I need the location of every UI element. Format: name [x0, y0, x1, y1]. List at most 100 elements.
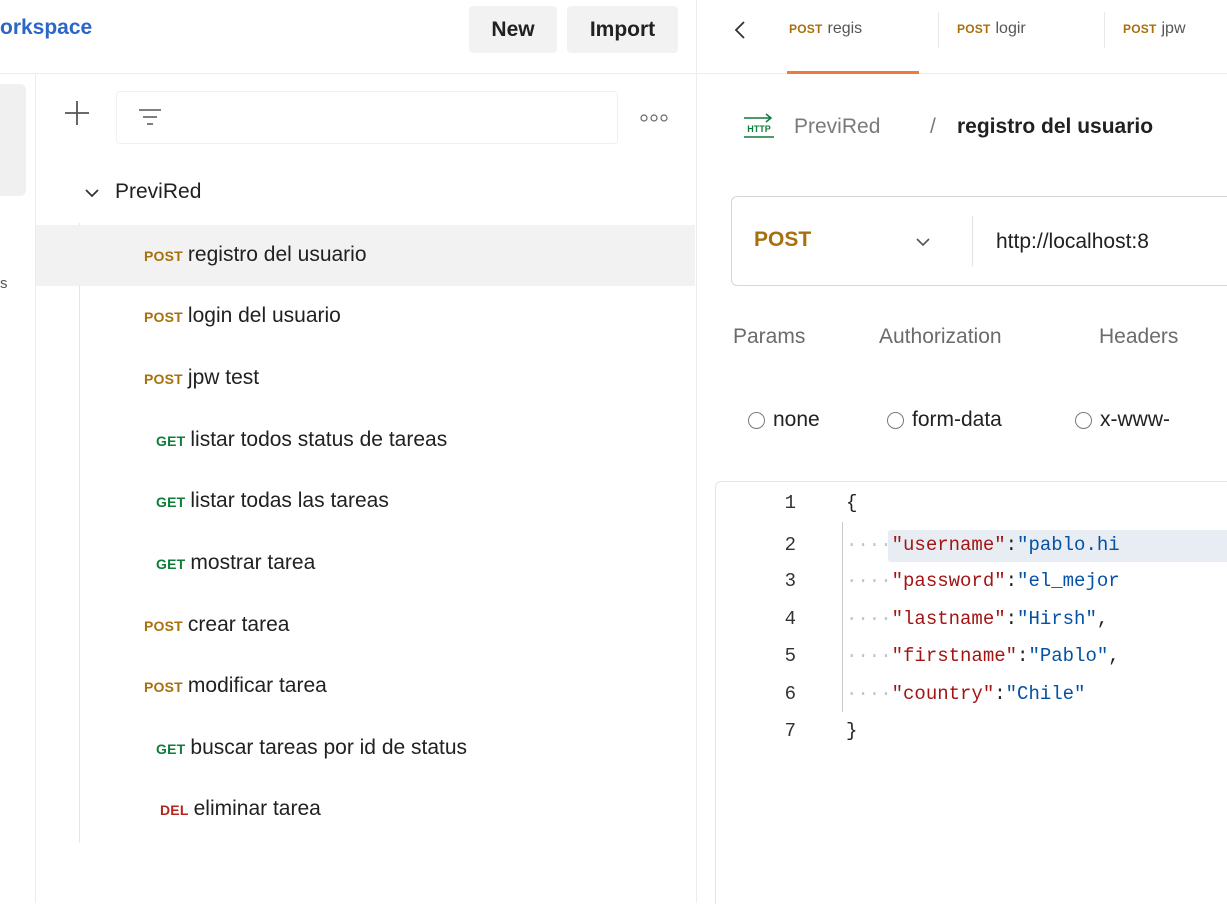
rail-partial-label: s — [0, 275, 8, 292]
request-item-eliminar-tarea[interactable]: DEL eliminar tarea — [36, 779, 695, 840]
tab-jpw[interactable]: POST jpw — [1123, 20, 1227, 46]
chevron-down-icon[interactable] — [914, 236, 932, 248]
tab-method: POST — [957, 22, 991, 36]
whitespace-dots: ···· — [846, 570, 892, 592]
json-comma: , — [1108, 645, 1120, 667]
json-value: "el_mejor — [1017, 570, 1120, 592]
line-number: 6 — [784, 683, 796, 705]
breadcrumb-separator: / — [930, 115, 936, 138]
json-value: "pablo.hi — [1017, 534, 1120, 556]
code-line: ····"country":"Chile" — [846, 683, 1085, 705]
radio-circle — [748, 412, 765, 429]
json-key: "firstname" — [891, 645, 1018, 667]
code-brace: } — [846, 720, 858, 742]
tab-authorization[interactable]: Authorization — [879, 325, 1002, 349]
request-item-listar-status[interactable]: GET listar todos status de tareas — [36, 410, 695, 471]
json-colon: : — [1017, 645, 1029, 667]
radio-none[interactable]: none — [748, 408, 820, 434]
plus-icon[interactable] — [62, 98, 92, 128]
method-badge: GET — [156, 494, 186, 510]
request-name: login del usuario — [187, 304, 341, 327]
chevron-down-icon[interactable] — [84, 186, 100, 200]
tab-params[interactable]: Params — [733, 325, 805, 349]
json-colon: : — [1005, 570, 1018, 592]
sidebar-rail — [0, 74, 36, 903]
json-colon: : — [994, 683, 1006, 705]
tab-separator — [1104, 12, 1105, 48]
method-badge: POST — [144, 309, 183, 325]
radio-circle — [1075, 412, 1092, 429]
request-name: buscar tareas por id de status — [190, 736, 468, 759]
method-badge: GET — [156, 556, 186, 572]
workspace-title[interactable]: orkspace — [0, 16, 92, 40]
method-badge: POST — [144, 371, 183, 387]
line-number: 3 — [784, 570, 796, 592]
request-item-crear-tarea[interactable]: POST crear tarea — [36, 595, 695, 656]
line-number: 5 — [784, 645, 796, 667]
indent-guide — [842, 522, 843, 712]
request-name: listar todas las tareas — [190, 489, 389, 512]
active-tab-indicator — [787, 71, 919, 74]
method-badge: POST — [144, 679, 183, 695]
request-item-jpw-test[interactable]: POST jpw test — [36, 348, 695, 409]
request-item-listar-tareas[interactable]: GET listar todas las tareas — [36, 471, 695, 532]
rail-selected-item[interactable] — [0, 84, 26, 196]
whitespace-dots: ···· — [846, 645, 892, 667]
tab-registro[interactable]: POST regis — [789, 20, 906, 46]
radio-form-data[interactable]: form-data — [887, 408, 1002, 434]
code-line: } — [846, 720, 857, 742]
new-button[interactable]: New — [469, 6, 557, 53]
tab-method: POST — [1123, 22, 1157, 36]
json-key: "country" — [891, 683, 995, 705]
sidebar: orkspace New Import s PreviRed POST regis… — [0, 0, 697, 903]
breadcrumb-parent[interactable]: PreviRed — [794, 115, 880, 139]
svg-text:HTTP: HTTP — [747, 124, 771, 134]
request-item-modificar-tarea[interactable]: POST modificar tarea — [36, 656, 695, 717]
chevron-left-icon[interactable] — [733, 19, 747, 41]
import-button[interactable]: Import — [567, 6, 678, 53]
method-badge: DEL — [160, 802, 189, 818]
code-line: ····"lastname":"Hirsh", — [846, 608, 1108, 630]
workspace-header: orkspace New Import — [0, 0, 696, 74]
filter-input[interactable] — [116, 91, 618, 144]
method-select[interactable]: POST — [754, 228, 811, 252]
json-colon: : — [1005, 534, 1018, 556]
json-key: "username" — [891, 534, 1006, 556]
line-number: 2 — [784, 534, 796, 556]
line-number: 1 — [784, 492, 796, 514]
json-comma: , — [1096, 608, 1109, 630]
whitespace-dots: ···· — [846, 608, 892, 630]
radio-x-www-form-urlencoded[interactable]: x-www- — [1075, 408, 1170, 434]
tab-method: POST — [789, 22, 823, 36]
url-divider — [972, 216, 973, 266]
radio-label: x-www- — [1100, 408, 1170, 431]
code-line: ····"password":"el_mejor — [846, 570, 1120, 592]
request-item-registro[interactable]: POST registro del usuario — [36, 225, 695, 286]
collection-name[interactable]: PreviRed — [115, 180, 201, 204]
url-input[interactable]: http://localhost:8 — [996, 230, 1149, 254]
code-line: ····"firstname":"Pablo", — [846, 645, 1120, 667]
request-item-mostrar-tarea[interactable]: GET mostrar tarea — [36, 533, 695, 594]
line-number: 4 — [784, 608, 796, 630]
request-name: eliminar tarea — [193, 797, 321, 820]
tab-label: logir — [995, 20, 1026, 37]
json-value: "Chile" — [1005, 683, 1086, 705]
radio-circle — [887, 412, 904, 429]
json-key: "password" — [891, 570, 1006, 592]
method-badge: POST — [144, 248, 183, 264]
request-name: listar todos status de tareas — [190, 428, 448, 451]
tab-login[interactable]: POST logir — [957, 20, 1065, 46]
code-line: { — [846, 492, 857, 514]
line-number: 7 — [784, 720, 796, 742]
request-item-login[interactable]: POST login del usuario — [36, 286, 695, 347]
request-item-buscar-tareas[interactable]: GET buscar tareas por id de status — [36, 718, 695, 779]
method-badge: POST — [144, 618, 183, 634]
radio-label: form-data — [912, 408, 1002, 431]
breadcrumb-current[interactable]: registro del usuario — [957, 115, 1153, 139]
tab-label: jpw — [1161, 20, 1186, 37]
more-options-icon[interactable] — [640, 113, 668, 123]
json-value: "Hirsh" — [1017, 608, 1097, 630]
tab-headers[interactable]: Headers — [1099, 325, 1178, 349]
request-name: jpw test — [187, 366, 260, 389]
json-colon: : — [1005, 608, 1018, 630]
